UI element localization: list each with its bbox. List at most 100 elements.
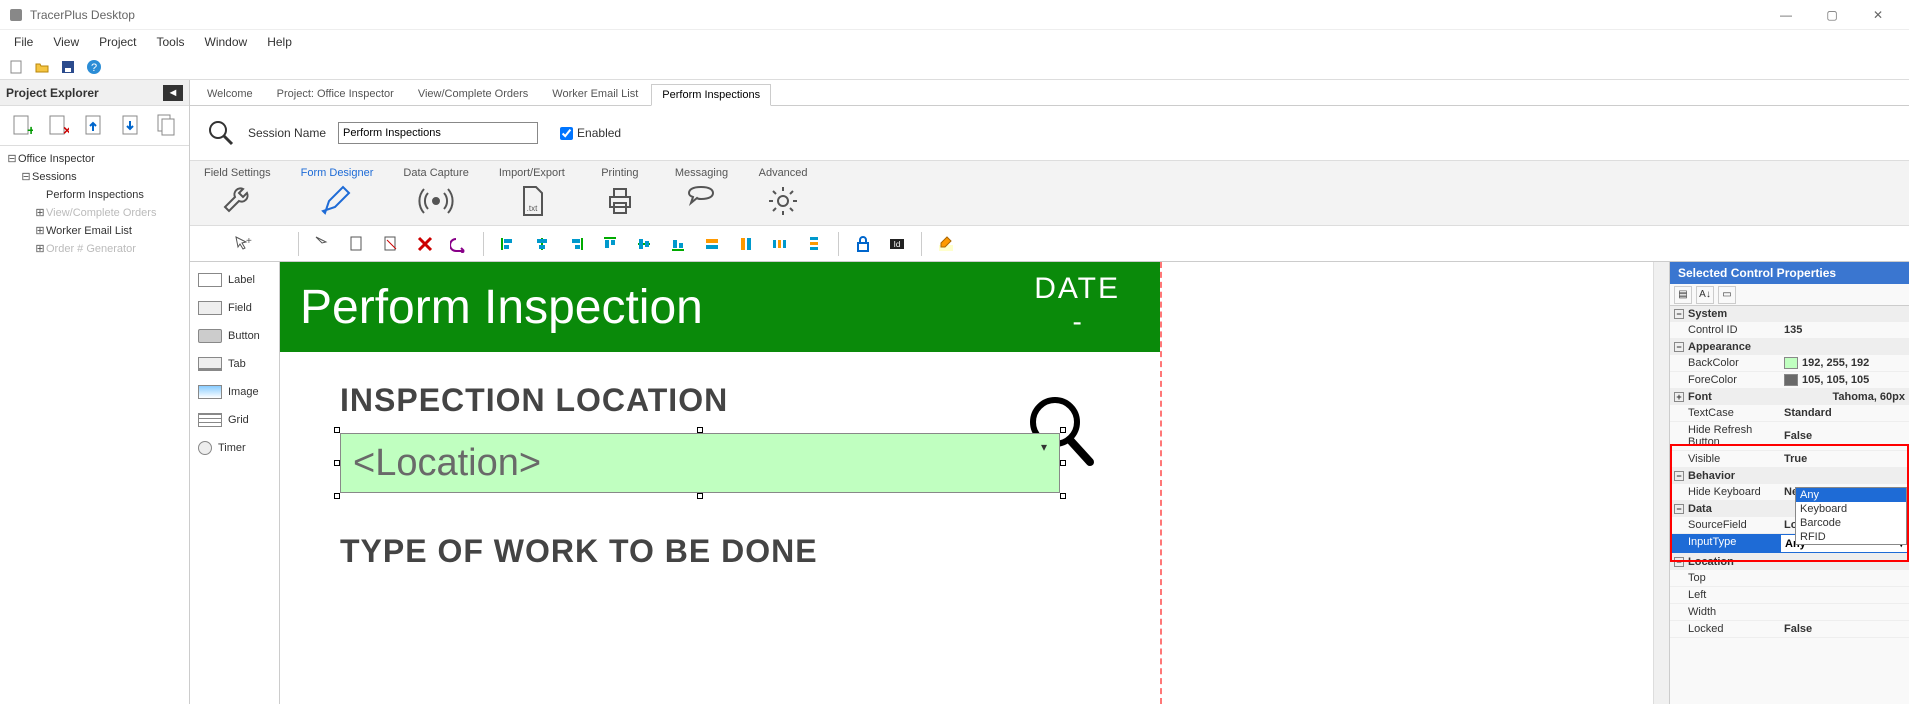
form-header[interactable]: Perform Inspection DATE -	[280, 262, 1160, 352]
session-name-input[interactable]	[338, 122, 538, 144]
add-page-button[interactable]: +	[7, 111, 37, 141]
prop-left[interactable]: Left	[1670, 587, 1909, 604]
tab-view-orders[interactable]: View/Complete Orders	[407, 83, 539, 105]
delete-button[interactable]	[411, 230, 439, 258]
ribbon-label: Messaging	[675, 167, 728, 179]
pointer-tool[interactable]: +	[229, 230, 257, 258]
tree-item[interactable]: Perform Inspections	[46, 186, 144, 204]
menu-view[interactable]: View	[43, 32, 89, 52]
date-block[interactable]: DATE -	[1034, 272, 1120, 338]
align-bottom-button[interactable]	[664, 230, 692, 258]
help-icon[interactable]: ?	[84, 57, 104, 77]
collapse-icon[interactable]: ◄	[163, 85, 183, 101]
tab-worker-email[interactable]: Worker Email List	[541, 83, 649, 105]
tab-project[interactable]: Project: Office Inspector	[266, 83, 405, 105]
ribbon-messaging[interactable]: Messaging	[675, 167, 728, 219]
align-center-button[interactable]	[528, 230, 556, 258]
ribbon-label: Import/Export	[499, 167, 565, 179]
delete-page-button[interactable]: ×	[43, 111, 73, 141]
prop-backcolor[interactable]: BackColor192, 255, 192	[1670, 355, 1909, 372]
same-width-button[interactable]	[698, 230, 726, 258]
palette-label[interactable]: Label	[194, 270, 275, 290]
project-tree[interactable]: ⊟Office Inspector ⊟Sessions Perform Insp…	[0, 146, 189, 262]
same-height-button[interactable]	[732, 230, 760, 258]
prop-visible[interactable]: VisibleTrue	[1670, 451, 1909, 468]
enabled-checkbox[interactable]	[560, 127, 573, 140]
tree-item[interactable]: View/Complete Orders	[46, 204, 156, 222]
menu-file[interactable]: File	[4, 32, 43, 52]
export-page-button[interactable]	[79, 111, 109, 141]
id-button[interactable]: Id	[883, 230, 911, 258]
tab-welcome[interactable]: Welcome	[196, 83, 264, 105]
import-page-button[interactable]	[116, 111, 146, 141]
align-top-button[interactable]	[596, 230, 624, 258]
prop-hide-refresh[interactable]: Hide Refresh ButtonFalse	[1670, 422, 1909, 451]
ribbon-label: Printing	[601, 167, 638, 179]
ribbon-field-settings[interactable]: Field Settings	[204, 167, 271, 219]
paste-button[interactable]	[377, 230, 405, 258]
align-left-button[interactable]	[494, 230, 522, 258]
dropdown-option[interactable]: RFID	[1796, 530, 1906, 544]
copy-page-button[interactable]	[152, 111, 182, 141]
section-inspection-location[interactable]: INSPECTION LOCATION	[340, 382, 1100, 419]
palette-grid[interactable]: Grid	[194, 410, 275, 430]
lock-button[interactable]	[849, 230, 877, 258]
minimize-button[interactable]: —	[1763, 0, 1809, 30]
palette-button[interactable]: Button	[194, 326, 275, 346]
new-icon[interactable]	[6, 57, 26, 77]
magnifier-icon	[206, 118, 236, 148]
dropdown-option[interactable]: Keyboard	[1796, 502, 1906, 516]
menu-tools[interactable]: Tools	[147, 32, 195, 52]
align-middle-button[interactable]	[630, 230, 658, 258]
tree-sessions[interactable]: Sessions	[32, 168, 77, 186]
prop-textcase[interactable]: TextCaseStandard	[1670, 405, 1909, 422]
properties-title: Selected Control Properties	[1670, 262, 1909, 284]
palette-image[interactable]: Image	[194, 382, 275, 402]
prop-control-id[interactable]: Control ID135	[1670, 322, 1909, 339]
section-type-of-work[interactable]: TYPE OF WORK TO BE DONE	[340, 533, 1100, 570]
close-button[interactable]: ✕	[1855, 0, 1901, 30]
vertical-scrollbar[interactable]	[1653, 262, 1669, 704]
pencil-icon	[319, 183, 355, 219]
titlebar: TracerPlus Desktop — ▢ ✕	[0, 0, 1909, 30]
undo-button[interactable]	[445, 230, 473, 258]
location-field[interactable]: <Location> ▾	[340, 433, 1060, 493]
menu-window[interactable]: Window	[195, 32, 258, 52]
tree-root[interactable]: Office Inspector	[18, 150, 95, 168]
copy-button[interactable]	[343, 230, 371, 258]
palette-field[interactable]: Field	[194, 298, 275, 318]
menu-help[interactable]: Help	[257, 32, 302, 52]
ribbon-data-capture[interactable]: Data Capture	[403, 167, 468, 219]
palette-timer[interactable]: Timer	[194, 438, 275, 458]
prop-forecolor[interactable]: ForeColor105, 105, 105	[1670, 372, 1909, 389]
prop-top[interactable]: Top	[1670, 570, 1909, 587]
ribbon-form-designer[interactable]: Form Designer	[301, 167, 374, 219]
palette-tab[interactable]: Tab	[194, 354, 275, 374]
prop-pages-button[interactable]: ▭	[1718, 286, 1736, 304]
design-canvas[interactable]: Perform Inspection DATE - INSPECTION LOC…	[280, 262, 1653, 704]
dropdown-option[interactable]: Any	[1796, 488, 1906, 502]
ribbon-advanced[interactable]: Advanced	[758, 167, 808, 219]
edit-button[interactable]	[932, 230, 960, 258]
ribbon-import-export[interactable]: Import/Export .txt	[499, 167, 565, 219]
inputtype-dropdown[interactable]: Any Keyboard Barcode RFID	[1795, 487, 1907, 545]
prop-width[interactable]: Width	[1670, 604, 1909, 621]
tab-perform-inspections[interactable]: Perform Inspections	[651, 84, 771, 106]
dropdown-option[interactable]: Barcode	[1796, 516, 1906, 530]
tree-item[interactable]: Worker Email List	[46, 222, 132, 240]
sort-alpha-button[interactable]: A↓	[1696, 286, 1714, 304]
distribute-h-button[interactable]	[766, 230, 794, 258]
sort-categorized-button[interactable]: ▤	[1674, 286, 1692, 304]
distribute-v-button[interactable]	[800, 230, 828, 258]
menu-project[interactable]: Project	[89, 32, 146, 52]
ribbon-label: Data Capture	[403, 167, 468, 179]
ribbon-label: Form Designer	[301, 167, 374, 179]
tree-item[interactable]: Order # Generator	[46, 240, 136, 258]
ribbon-printing[interactable]: Printing	[595, 167, 645, 219]
prop-locked[interactable]: LockedFalse	[1670, 621, 1909, 638]
save-icon[interactable]	[58, 57, 78, 77]
maximize-button[interactable]: ▢	[1809, 0, 1855, 30]
open-icon[interactable]	[32, 57, 52, 77]
align-right-button[interactable]	[562, 230, 590, 258]
cut-button[interactable]	[309, 230, 337, 258]
